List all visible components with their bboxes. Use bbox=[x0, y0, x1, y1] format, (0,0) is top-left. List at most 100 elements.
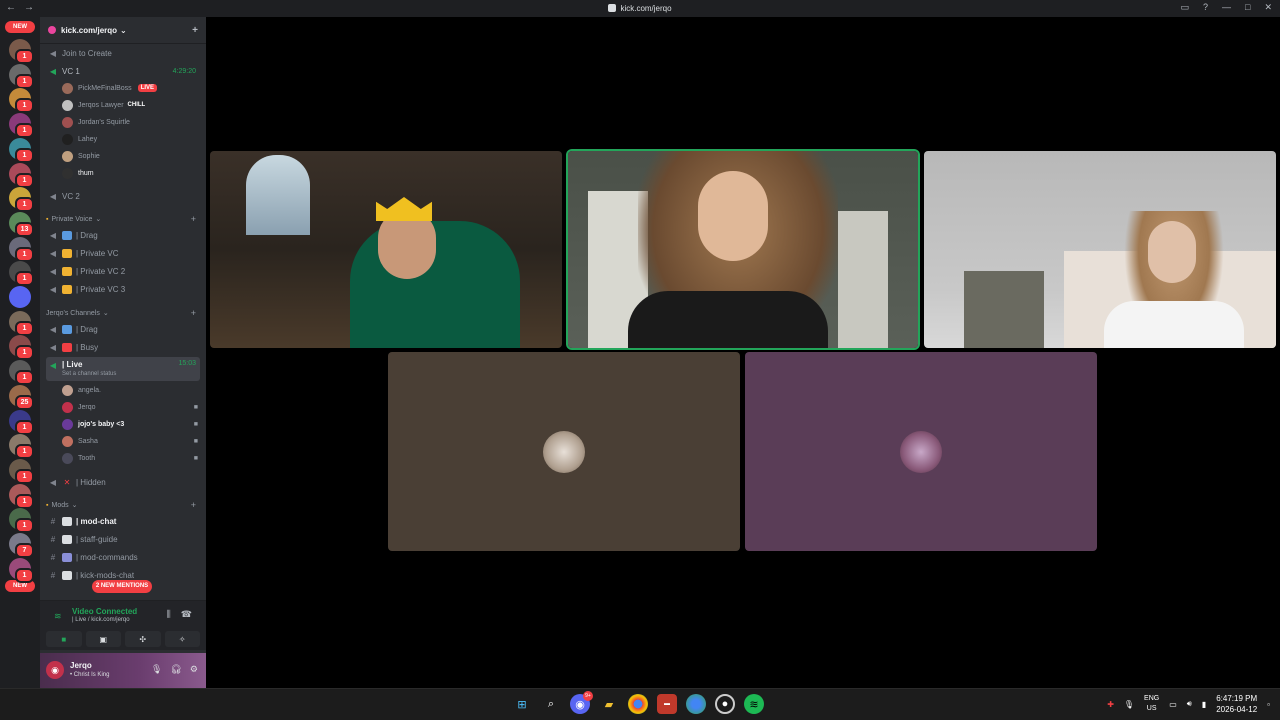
voice-user[interactable]: jojo's baby <3 ■ bbox=[62, 416, 200, 432]
video-tile-streamer[interactable] bbox=[210, 151, 562, 348]
chrome-profile-icon[interactable] bbox=[686, 694, 706, 714]
voice-user[interactable]: PickMeFinalBoss LIVE bbox=[62, 80, 200, 96]
camera-button[interactable]: ■ bbox=[46, 631, 82, 647]
voice-user[interactable]: Sasha ■ bbox=[62, 433, 200, 449]
channel-item[interactable]: ◀ | Busy bbox=[46, 339, 200, 355]
server-mention-badge: 1 bbox=[15, 345, 34, 361]
server-icon[interactable]: 25 bbox=[9, 384, 34, 410]
tray-microphone-icon[interactable]: 🎙︎ bbox=[1124, 700, 1134, 709]
guild-header[interactable]: kick.com/jerqo ⌄ + bbox=[40, 17, 206, 44]
server-icon[interactable]: 1 bbox=[9, 39, 34, 64]
new-unreads-pill[interactable]: NEW bbox=[5, 21, 35, 33]
server-icon[interactable]: 1 bbox=[9, 63, 34, 89]
server-icon[interactable]: 7 bbox=[9, 533, 34, 558]
add-channel-icon[interactable]: + bbox=[191, 500, 200, 510]
minimize-icon[interactable]: — bbox=[1222, 2, 1231, 13]
channel-join-to-create[interactable]: ◀ Join to Create bbox=[46, 45, 200, 61]
server-icon[interactable]: 13 bbox=[9, 211, 34, 237]
channel-item[interactable]: ◀ | Private VC 2 bbox=[46, 264, 200, 280]
voice-user[interactable]: Jerqos Lawyer CHILL bbox=[62, 97, 200, 113]
microphone-icon[interactable]: 🎙︎ bbox=[151, 664, 162, 675]
channel-item[interactable]: # | mod-chat bbox=[46, 513, 200, 529]
chrome-icon[interactable] bbox=[628, 694, 648, 714]
server-icon[interactable]: 1 bbox=[9, 187, 34, 213]
server-icon[interactable]: 1 bbox=[9, 137, 34, 163]
server-icon[interactable]: 1 bbox=[9, 310, 34, 336]
server-icon[interactable]: 1 bbox=[9, 335, 34, 361]
audio-tile-2[interactable] bbox=[745, 352, 1097, 551]
server-icon[interactable]: 1 bbox=[9, 360, 34, 386]
category-private-voice[interactable]: ▪ Private Voice ⌄ + bbox=[46, 213, 200, 225]
audio-tile-1[interactable] bbox=[388, 352, 740, 551]
server-icon[interactable]: 1 bbox=[9, 458, 34, 484]
obs-icon[interactable]: ● bbox=[715, 694, 735, 714]
inbox-icon[interactable]: ▭ bbox=[1180, 2, 1189, 13]
add-channel-icon[interactable]: + bbox=[191, 214, 200, 224]
server-icon[interactable]: 1 bbox=[9, 483, 34, 509]
settings-gear-icon[interactable]: ⚙ bbox=[190, 664, 198, 675]
voice-user[interactable]: Jordan's Squirtle bbox=[62, 114, 200, 130]
battery-icon[interactable]: ▮ bbox=[1202, 700, 1206, 709]
voice-status-sub[interactable]: | Live / kick.com/jerqo bbox=[72, 617, 130, 623]
noise-suppression-icon[interactable]: ⫼ bbox=[167, 609, 171, 620]
system-clock[interactable]: 6:47:19 PM 2026-04-12 bbox=[1216, 693, 1257, 715]
soundboard-button[interactable]: ✧ bbox=[164, 631, 200, 647]
server-icon[interactable]: 1 bbox=[9, 113, 34, 139]
tray-app-icon[interactable]: ✚ bbox=[1107, 700, 1114, 709]
add-channel-icon[interactable]: + bbox=[191, 308, 200, 318]
disconnect-icon[interactable]: ☎ bbox=[181, 609, 192, 620]
windows-start-icon[interactable]: ⊞ bbox=[512, 694, 532, 714]
notification-icon[interactable]: ▫ bbox=[1267, 700, 1270, 709]
voice-user[interactable]: Sophie bbox=[62, 148, 200, 164]
channel-item[interactable]: ◀ | Drag bbox=[46, 227, 200, 243]
channel-hidden[interactable]: ◀ ✕ | Hidden bbox=[46, 474, 200, 490]
new-mentions-pill[interactable]: 2 NEW MENTIONS bbox=[92, 580, 152, 593]
server-rail: NEW NEW 1 1 1 1 1 1 1 13 1 1 1 1 1 25 1 1 1 1 1 7 1 bbox=[0, 17, 40, 688]
channel-live[interactable]: ◀ | Live 15:03 Set a channel status bbox=[46, 357, 200, 381]
invite-icon[interactable]: + bbox=[192, 25, 198, 36]
server-icon[interactable] bbox=[9, 286, 31, 308]
headphones-icon[interactable]: 🎧︎ bbox=[170, 664, 181, 675]
voice-user[interactable]: Tooth ■ bbox=[62, 450, 200, 466]
windows-taskbar: ⊞ ⌕ ◉ 9+ ▰ ▬ ● ≋ ✚ 🎙︎ ENG US ▭ 🔊︎ ▮ 6:47:… bbox=[0, 688, 1280, 720]
language-indicator[interactable]: ENG US bbox=[1144, 694, 1159, 714]
server-icon[interactable]: 1 bbox=[9, 434, 34, 460]
category-jerqos-channels[interactable]: Jerqo's Channels ⌄ + bbox=[46, 307, 200, 319]
channel-item[interactable]: # | mod-commands bbox=[46, 549, 200, 565]
search-icon[interactable]: ⌕ bbox=[541, 694, 561, 714]
help-icon[interactable]: ? bbox=[1203, 2, 1208, 13]
app-icon[interactable]: ▬ bbox=[657, 694, 677, 714]
channel-item[interactable]: ◀ | Drag bbox=[46, 321, 200, 337]
server-icon[interactable]: 1 bbox=[9, 557, 34, 583]
server-icon[interactable]: 1 bbox=[9, 409, 34, 435]
video-tile-3[interactable] bbox=[924, 151, 1276, 348]
network-icon[interactable]: ▭ bbox=[1169, 700, 1177, 709]
channel-item[interactable]: ◀ | Private VC 3 bbox=[46, 282, 200, 298]
screenshare-button[interactable]: ▣ bbox=[85, 631, 121, 647]
category-mods[interactable]: ▪ Mods ⌄ + bbox=[46, 499, 200, 511]
user-avatar[interactable]: ◉ bbox=[46, 661, 64, 679]
voice-user[interactable]: Jerqo ■ bbox=[62, 399, 200, 415]
activities-button[interactable]: ✣ bbox=[125, 631, 161, 647]
server-icon[interactable]: 1 bbox=[9, 162, 34, 188]
maximize-icon[interactable]: □ bbox=[1245, 2, 1250, 13]
server-icon[interactable]: 1 bbox=[9, 508, 34, 534]
voice-user[interactable]: Lahey bbox=[62, 131, 200, 147]
voice-user[interactable]: thum bbox=[62, 165, 200, 181]
voice-user[interactable]: angela. bbox=[62, 382, 200, 398]
url-display[interactable]: kick.com/jerqo bbox=[0, 4, 1280, 13]
channel-vc2[interactable]: ◀ VC 2 bbox=[46, 188, 200, 204]
video-tile-speaking[interactable] bbox=[568, 151, 918, 348]
server-icon[interactable]: 1 bbox=[9, 88, 34, 114]
volume-icon[interactable]: 🔊︎ bbox=[1187, 699, 1192, 709]
spotify-icon[interactable]: ≋ bbox=[744, 694, 764, 714]
channel-item[interactable]: ◀ | Private VC bbox=[46, 245, 200, 261]
server-icon[interactable]: 1 bbox=[9, 236, 34, 262]
discord-app-icon[interactable]: ◉ 9+ bbox=[570, 691, 593, 714]
channel-vc1[interactable]: ◀ VC 1 4:29:20 bbox=[46, 63, 200, 79]
channel-item[interactable]: # | staff-guide bbox=[46, 531, 200, 547]
server-icon[interactable]: 1 bbox=[9, 261, 34, 287]
file-explorer-icon[interactable]: ▰ bbox=[599, 694, 619, 714]
channel-status-hint[interactable]: Set a channel status bbox=[62, 371, 116, 377]
close-icon[interactable]: ✕ bbox=[1264, 2, 1272, 13]
